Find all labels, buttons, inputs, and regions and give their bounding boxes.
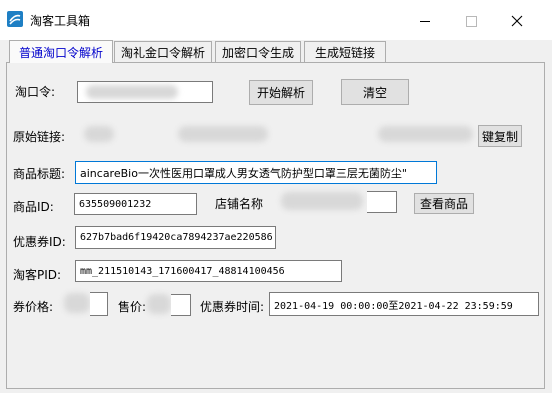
taokouling-label: 淘口令: (15, 85, 56, 99)
product-id-input[interactable]: 635509001232 (74, 193, 197, 215)
copy-button[interactable]: 键复制 (478, 125, 522, 147)
app-window: 淘客工具箱 普通淘口令解析 淘礼金口令解析 加密口令生成 生成短链接 淘口令: … (0, 0, 552, 393)
title-bar: 淘客工具箱 (0, 0, 552, 40)
tab-normal-parse[interactable]: 普通淘口令解析 (9, 40, 113, 63)
shop-name-input[interactable] (277, 191, 397, 213)
coupon-id-label: 优惠券ID: (13, 235, 66, 249)
price-input[interactable] (147, 294, 191, 316)
view-product-button[interactable]: 查看商品 (414, 193, 474, 214)
coupon-price-label: 券价格: (13, 300, 54, 314)
original-link-label: 原始链接: (13, 130, 66, 144)
redacted-value (378, 126, 473, 142)
close-icon (511, 15, 523, 27)
pid-input[interactable]: mm_211510143_171600417_48814100456 (75, 260, 342, 282)
coupon-time-label: 优惠券时间: (200, 300, 265, 314)
coupon-id-input[interactable]: 627b7bad6f19420ca7894237ae220586 (75, 226, 276, 249)
price-label: 售价: (118, 300, 147, 314)
shop-name-label: 店铺名称 (215, 197, 264, 211)
tab-encrypt-generate[interactable]: 加密口令生成 (215, 41, 301, 62)
redacted-value (86, 85, 178, 99)
taokouling-input[interactable] (77, 81, 213, 103)
product-id-label: 商品ID: (13, 200, 54, 214)
coupon-time-input[interactable]: 2021-04-19 00:00:00至2021-04-22 23:59:59 (269, 292, 539, 316)
close-button[interactable] (494, 6, 540, 36)
coupon-price-input[interactable] (64, 292, 108, 316)
redacted-value (147, 294, 171, 314)
minimize-button[interactable] (402, 6, 448, 36)
window-title: 淘客工具箱 (30, 14, 91, 28)
maximize-icon (465, 15, 477, 27)
redacted-value (178, 126, 268, 142)
redacted-value (281, 192, 363, 210)
product-title-label: 商品标题: (13, 167, 66, 181)
maximize-button[interactable] (448, 6, 494, 36)
product-title-input[interactable]: aincareBio一次性医用口罩成人男女透气防护型口罩三层无菌防尘" (75, 161, 437, 184)
minimize-icon (420, 20, 430, 22)
pid-label: 淘客PID: (13, 268, 62, 282)
redacted-value (84, 126, 114, 142)
redacted-value (64, 293, 90, 313)
parse-button[interactable]: 开始解析 (249, 80, 313, 105)
original-link-input[interactable] (78, 124, 478, 146)
tab-short-link[interactable]: 生成短链接 (304, 41, 386, 62)
app-logo-icon (7, 11, 23, 27)
tab-gift-parse[interactable]: 淘礼金口令解析 (114, 41, 212, 62)
clear-button[interactable]: 清空 (341, 79, 409, 105)
